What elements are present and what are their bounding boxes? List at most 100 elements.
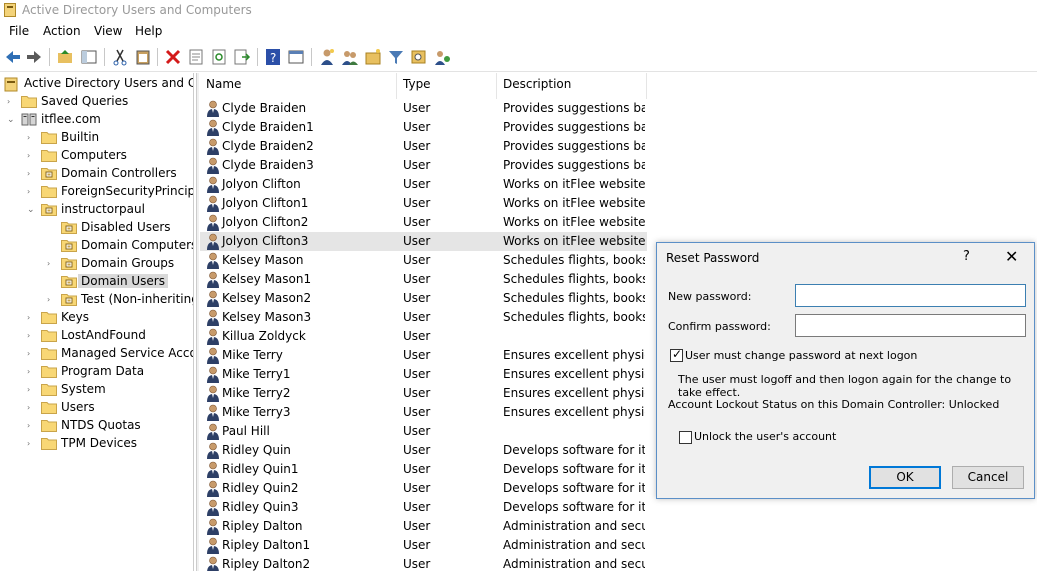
unlock-account-checkbox[interactable] — [679, 431, 692, 444]
chevron-right-icon[interactable]: › — [47, 258, 57, 270]
chevron-right-icon[interactable]: › — [27, 312, 37, 324]
tree-item[interactable]: › Users — [0, 399, 193, 417]
table-row[interactable]: Kelsey Mason1 User Schedules flights, book… — [200, 270, 647, 289]
column-separator[interactable] — [396, 73, 397, 99]
table-row[interactable]: Killua Zoldyck User — [200, 327, 647, 346]
tree-item[interactable]: › Keys — [0, 309, 193, 327]
chevron-down-icon[interactable]: ⌄ — [7, 114, 17, 126]
must-change-label[interactable]: User must change password at next logon — [685, 349, 917, 362]
chevron-right-icon[interactable]: › — [27, 420, 37, 432]
column-separator[interactable] — [496, 73, 497, 99]
add-to-group-icon[interactable] — [432, 47, 452, 67]
column-header-description[interactable]: Description — [503, 77, 571, 97]
table-row[interactable]: Ridley Quin3 User Develops software for it… — [200, 498, 647, 517]
new-group-icon[interactable] — [340, 47, 360, 67]
tree-item[interactable]: › Saved Queries — [0, 93, 193, 111]
chevron-right-icon[interactable]: › — [27, 438, 37, 450]
tree-item[interactable]: Domain Users — [0, 273, 193, 291]
tree-item[interactable]: › Computers — [0, 147, 193, 165]
table-row[interactable]: Jolyon Clifton2 User Works on itFlee websi… — [200, 213, 647, 232]
paste-icon[interactable] — [133, 47, 153, 67]
chevron-right-icon[interactable]: › — [7, 96, 17, 108]
tree-item[interactable]: ⌄ itflee.com — [0, 111, 193, 129]
menu-help[interactable]: Help — [135, 24, 162, 38]
unlock-account-label[interactable]: Unlock the user's account — [694, 430, 836, 443]
chevron-right-icon[interactable]: › — [27, 366, 37, 378]
table-row[interactable]: Clyde Braiden2 User Provides suggestions b… — [200, 137, 647, 156]
column-header-name[interactable]: Name — [206, 77, 241, 97]
table-row[interactable]: Kelsey Mason3 User Schedules flights, book… — [200, 308, 647, 327]
table-row[interactable]: Clyde Braiden1 User Provides suggestions b… — [200, 118, 647, 137]
table-row[interactable]: Jolyon Clifton3 User Works on itFlee websi… — [200, 232, 647, 251]
must-change-checkbox[interactable]: ✓ — [670, 347, 683, 362]
chevron-right-icon[interactable]: › — [27, 384, 37, 396]
chevron-right-icon[interactable]: › — [27, 150, 37, 162]
back-icon[interactable] — [3, 47, 23, 67]
refresh-icon[interactable] — [209, 47, 229, 67]
new-user-icon[interactable] — [317, 47, 337, 67]
table-row[interactable]: Ridley Quin2 User Develops software for it… — [200, 479, 647, 498]
tree-item[interactable]: Disabled Users — [0, 219, 193, 237]
column-separator[interactable] — [646, 73, 647, 99]
tree-item[interactable]: Domain Computers — [0, 237, 193, 255]
table-row[interactable]: Jolyon Clifton User Works on itFlee websit… — [200, 175, 647, 194]
menu-file[interactable]: File — [9, 24, 29, 38]
table-row[interactable]: Jolyon Clifton1 User Works on itFlee websi… — [200, 194, 647, 213]
forward-icon[interactable] — [24, 47, 44, 67]
table-row[interactable]: Mike Terry3 User Ensures excellent physic.… — [200, 403, 647, 422]
table-row[interactable]: Paul Hill User — [200, 422, 647, 441]
table-row[interactable]: Clyde Braiden3 User Provides suggestions b… — [200, 156, 647, 175]
up-folder-icon[interactable] — [55, 47, 75, 67]
tree-item[interactable]: › System — [0, 381, 193, 399]
chevron-down-icon[interactable]: ⌄ — [27, 204, 37, 216]
tree-item[interactable]: ⌄ instructorpaul — [0, 201, 193, 219]
chevron-right-icon[interactable]: › — [47, 294, 57, 306]
view-icon[interactable] — [286, 47, 306, 67]
delete-icon[interactable] — [163, 47, 183, 67]
tree-item[interactable]: › TPM Devices — [0, 435, 193, 453]
new-password-field[interactable] — [795, 284, 1026, 307]
tree-item[interactable]: › NTDS Quotas — [0, 417, 193, 435]
table-row[interactable]: Ripley Dalton2 User Administration and sec… — [200, 555, 647, 571]
table-row[interactable]: Mike Terry2 User Ensures excellent physic.… — [200, 384, 647, 403]
tree-item[interactable]: › ForeignSecurityPrincipals — [0, 183, 193, 201]
chevron-right-icon[interactable]: › — [27, 132, 37, 144]
ok-button[interactable]: OK — [869, 466, 941, 489]
cancel-button[interactable]: Cancel — [952, 466, 1024, 489]
close-icon[interactable]: ✕ — [1005, 247, 1018, 266]
chevron-right-icon[interactable]: › — [27, 186, 37, 198]
table-row[interactable]: Mike Terry1 User Ensures excellent physic.… — [200, 365, 647, 384]
tree-item[interactable]: › Managed Service Accoun — [0, 345, 193, 363]
table-row[interactable]: Ridley Quin User Develops software for itf… — [200, 441, 647, 460]
tree-item[interactable]: › Domain Groups — [0, 255, 193, 273]
chevron-right-icon[interactable]: › — [27, 402, 37, 414]
column-header-type[interactable]: Type — [403, 77, 431, 97]
find-icon[interactable] — [409, 47, 429, 67]
table-row[interactable]: Kelsey Mason User Schedules flights, books… — [200, 251, 647, 270]
filter-icon[interactable] — [386, 47, 406, 67]
table-row[interactable]: Mike Terry User Ensures excellent physic..… — [200, 346, 647, 365]
console-tree-icon[interactable] — [79, 47, 99, 67]
tree-item[interactable]: › Test (Non-inheriting) — [0, 291, 193, 309]
table-row[interactable]: Kelsey Mason2 User Schedules flights, book… — [200, 289, 647, 308]
chevron-right-icon[interactable]: › — [27, 348, 37, 360]
export-list-icon[interactable] — [232, 47, 252, 67]
tree-item[interactable]: › LostAndFound — [0, 327, 193, 345]
tree-item[interactable]: › Program Data — [0, 363, 193, 381]
new-ou-icon[interactable] — [363, 47, 383, 67]
menu-view[interactable]: View — [94, 24, 122, 38]
pane-splitter[interactable] — [196, 73, 199, 571]
table-row[interactable]: Ripley Dalton User Administration and secu… — [200, 517, 647, 536]
tree-item[interactable]: › Domain Controllers — [0, 165, 193, 183]
table-row[interactable]: Ridley Quin1 User Develops software for it… — [200, 460, 647, 479]
table-row[interactable]: Clyde Braiden User Provides suggestions ba… — [200, 99, 647, 118]
table-row[interactable]: Ripley Dalton1 User Administration and sec… — [200, 536, 647, 555]
tree-item[interactable]: › Builtin — [0, 129, 193, 147]
confirm-password-field[interactable] — [795, 314, 1026, 337]
menu-action[interactable]: Action — [43, 24, 81, 38]
chevron-right-icon[interactable]: › — [27, 330, 37, 342]
cut-icon[interactable] — [110, 47, 130, 67]
chevron-right-icon[interactable]: › — [27, 168, 37, 180]
help-icon[interactable]: ? — [263, 47, 283, 67]
properties-icon[interactable] — [186, 47, 206, 67]
